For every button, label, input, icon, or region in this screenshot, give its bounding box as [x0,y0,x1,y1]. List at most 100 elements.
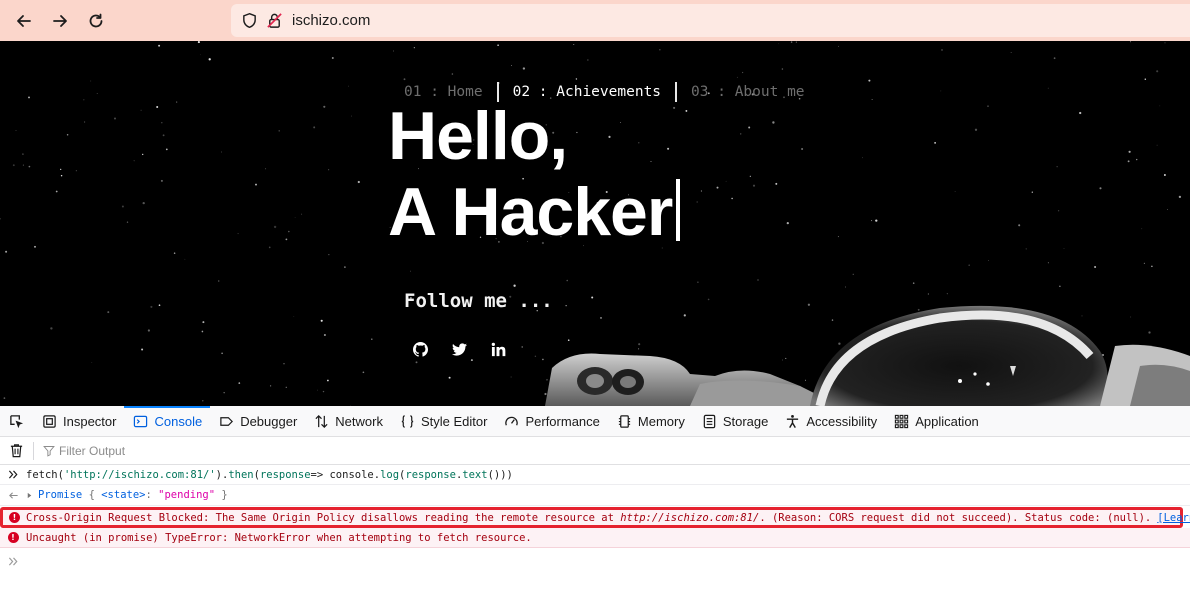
star [150,305,153,308]
star [371,338,373,340]
star [1136,158,1138,161]
result-token: Promise [38,489,83,501]
star [1151,265,1153,268]
star [775,182,778,185]
nav-about-me[interactable]: 03 : About me [691,84,805,100]
forward-button[interactable] [47,8,73,34]
result-token: "pending" [158,489,216,501]
reload-button[interactable] [83,8,109,34]
star [772,121,775,124]
star [22,153,24,155]
element-picker-button[interactable] [0,406,33,437]
star [852,273,854,275]
star [317,389,318,391]
typeerror-message: ! Uncaught (in promise) TypeError: Netwo… [0,528,1190,548]
star [283,362,285,365]
tab-accessibility[interactable]: Accessibility [776,406,885,437]
star [161,121,163,124]
star [741,71,744,74]
performance-icon [505,416,519,426]
star [1144,78,1147,81]
twitter-link[interactable] [450,340,468,358]
error-text-rest: . (Reason: CORS request did not succeed)… [759,511,1152,524]
error-text: Cross-Origin Request Blocked: The Same O… [26,511,621,524]
shield-icon[interactable] [240,12,258,30]
nav-colon: : [708,84,735,100]
tab-console[interactable]: Console [124,405,210,437]
star [786,221,789,225]
back-button[interactable] [11,8,37,34]
star [1053,57,1056,60]
input-code: fetch('http://ischizo.com:81/').then(res… [26,469,513,481]
code-token: => [310,468,330,481]
code-token: console [329,468,374,481]
error-text: Uncaught (in promise) TypeError: Network… [26,531,532,544]
tab-debugger[interactable]: Debugger [210,406,305,437]
follow-text: Follow me ... [404,290,553,312]
star [156,105,159,109]
star [1094,265,1097,269]
star [587,59,589,61]
tab-network[interactable]: Network [305,406,391,437]
star [875,219,878,222]
star [84,121,86,123]
star [566,279,568,282]
star [968,264,970,266]
star [988,259,990,261]
star [941,49,943,51]
star [685,109,688,112]
star [716,186,719,189]
star [107,311,110,314]
star [1059,285,1061,287]
result-value[interactable]: Promise { <state>: "pending" } [38,489,228,501]
star [862,157,863,159]
star [927,293,929,295]
tab-performance[interactable]: Performance [495,406,607,437]
url-text[interactable]: ischizo.com [292,12,370,29]
star [451,73,454,75]
star [221,151,223,153]
star [28,165,31,168]
star [871,220,873,222]
linkedin-icon [491,342,505,356]
console-input-row: fetch('http://ischizo.com:81/').then(res… [0,465,1190,485]
result-token: } [215,489,228,501]
star [313,126,316,129]
tab-style-editor[interactable]: Style Editor [391,406,495,437]
star [301,213,303,215]
clear-console-button[interactable] [0,443,33,458]
code-token: fetch( [26,468,64,481]
star [238,382,241,384]
filter-separator [33,441,34,460]
star [140,109,142,111]
star [1079,111,1082,115]
star [142,201,145,205]
console-prompt[interactable] [0,551,1190,571]
heading-line-2: A Hacker [388,174,681,250]
star [1143,262,1145,264]
star [946,293,948,295]
star [731,197,733,200]
star [268,246,271,249]
tab-application[interactable]: Application [885,406,987,437]
console-result-row: Promise { <state>: "pending" } [0,485,1190,506]
star [322,390,325,393]
star [696,201,698,203]
github-link[interactable] [411,340,429,358]
tab-memory[interactable]: Memory [608,406,693,437]
forward-arrow-icon [53,15,67,27]
star [278,130,280,132]
tab-inspector[interactable]: Inspector [33,406,124,437]
url-bar[interactable]: ischizo.com [231,4,1190,37]
star [521,346,523,348]
star [60,168,62,171]
star [287,230,290,233]
expand-triangle-icon[interactable] [26,492,33,499]
insecure-lock-icon[interactable] [265,12,283,30]
heading-line-1: Hello, [388,98,568,174]
linkedin-link[interactable] [489,340,507,358]
learn-more-link[interactable]: [Learn More] [1157,512,1190,524]
tab-storage[interactable]: Storage [693,406,777,437]
filter-output-input[interactable]: Filter Output [43,444,125,458]
tab-label: Application [915,413,979,429]
